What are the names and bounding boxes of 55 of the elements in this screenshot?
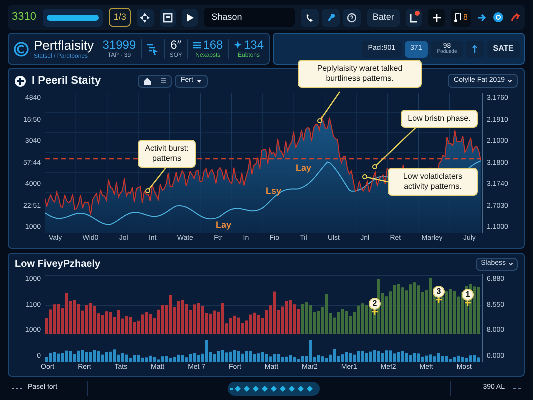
- help-icon: [346, 12, 357, 22]
- stat-value: 31999: [102, 39, 136, 51]
- up-arrow-icon: [472, 45, 478, 53]
- stat-value: 6″: [170, 39, 182, 51]
- pagination-bar[interactable]: [228, 382, 320, 396]
- play-button[interactable]: [182, 8, 198, 26]
- chart-title: I Peeril Staity: [32, 74, 102, 89]
- bater-button[interactable]: Bater: [366, 8, 400, 26]
- leader-line: [318, 92, 340, 124]
- cursor-list-icon[interactable]: [146, 43, 159, 55]
- coin-icon[interactable]: [493, 12, 504, 23]
- music-button[interactable]: 8: [450, 8, 471, 26]
- forward-arrow-icon[interactable]: [477, 12, 487, 22]
- pin-icon: [436, 298, 442, 303]
- chart-title: Low FiveyPzhaely: [15, 258, 101, 272]
- phone-icon: [304, 12, 315, 22]
- add-icon: [432, 12, 442, 22]
- logo-icon: [14, 42, 29, 56]
- stat-value: 134: [244, 39, 264, 51]
- callout: Low volaticlaters activity patterns.: [388, 168, 478, 196]
- play-icon: [184, 12, 195, 22]
- callout: Low bristn phase.: [401, 110, 478, 128]
- home-button[interactable]: [138, 74, 172, 88]
- progress-bar: [43, 8, 103, 26]
- leader-line: [362, 174, 388, 183]
- phone-button[interactable]: [300, 8, 319, 26]
- pin-icon: [372, 310, 378, 315]
- window-icon: [162, 12, 173, 22]
- toolbar-tab[interactable]: SATE: [487, 40, 520, 58]
- move-button[interactable]: [137, 8, 154, 26]
- caret-icon: [197, 80, 202, 82]
- window-button[interactable]: [160, 8, 176, 26]
- search-field[interactable]: Shason: [204, 8, 295, 27]
- move-icon: [140, 12, 150, 22]
- caret-icon: [509, 262, 513, 266]
- help-button[interactable]: [342, 8, 361, 26]
- series-label: Lay: [296, 162, 312, 175]
- undo-arrow-icon[interactable]: [510, 12, 521, 22]
- caret-icon: [508, 80, 512, 82]
- stat-value: 168: [203, 39, 224, 51]
- page-badge[interactable]: 1/3: [108, 8, 132, 28]
- spark-icon: [234, 41, 242, 49]
- series-label: Lay: [216, 219, 232, 232]
- callout: Activit burst: patterns: [138, 140, 196, 168]
- grid-icon: [161, 78, 166, 84]
- app-name: Pertflaisity: [34, 38, 95, 52]
- up-arrow-button[interactable]: [466, 40, 484, 58]
- music-note-icon: [454, 12, 462, 22]
- add-button[interactable]: [428, 8, 445, 26]
- callout: Peplylaisity waret talked burtliness patterns.: [298, 60, 422, 88]
- series-label: Lsy: [266, 185, 282, 198]
- home-icon: [144, 78, 151, 84]
- counter-text: 3310: [12, 10, 38, 26]
- list-icon: [193, 42, 202, 48]
- pin-icon: [465, 301, 471, 306]
